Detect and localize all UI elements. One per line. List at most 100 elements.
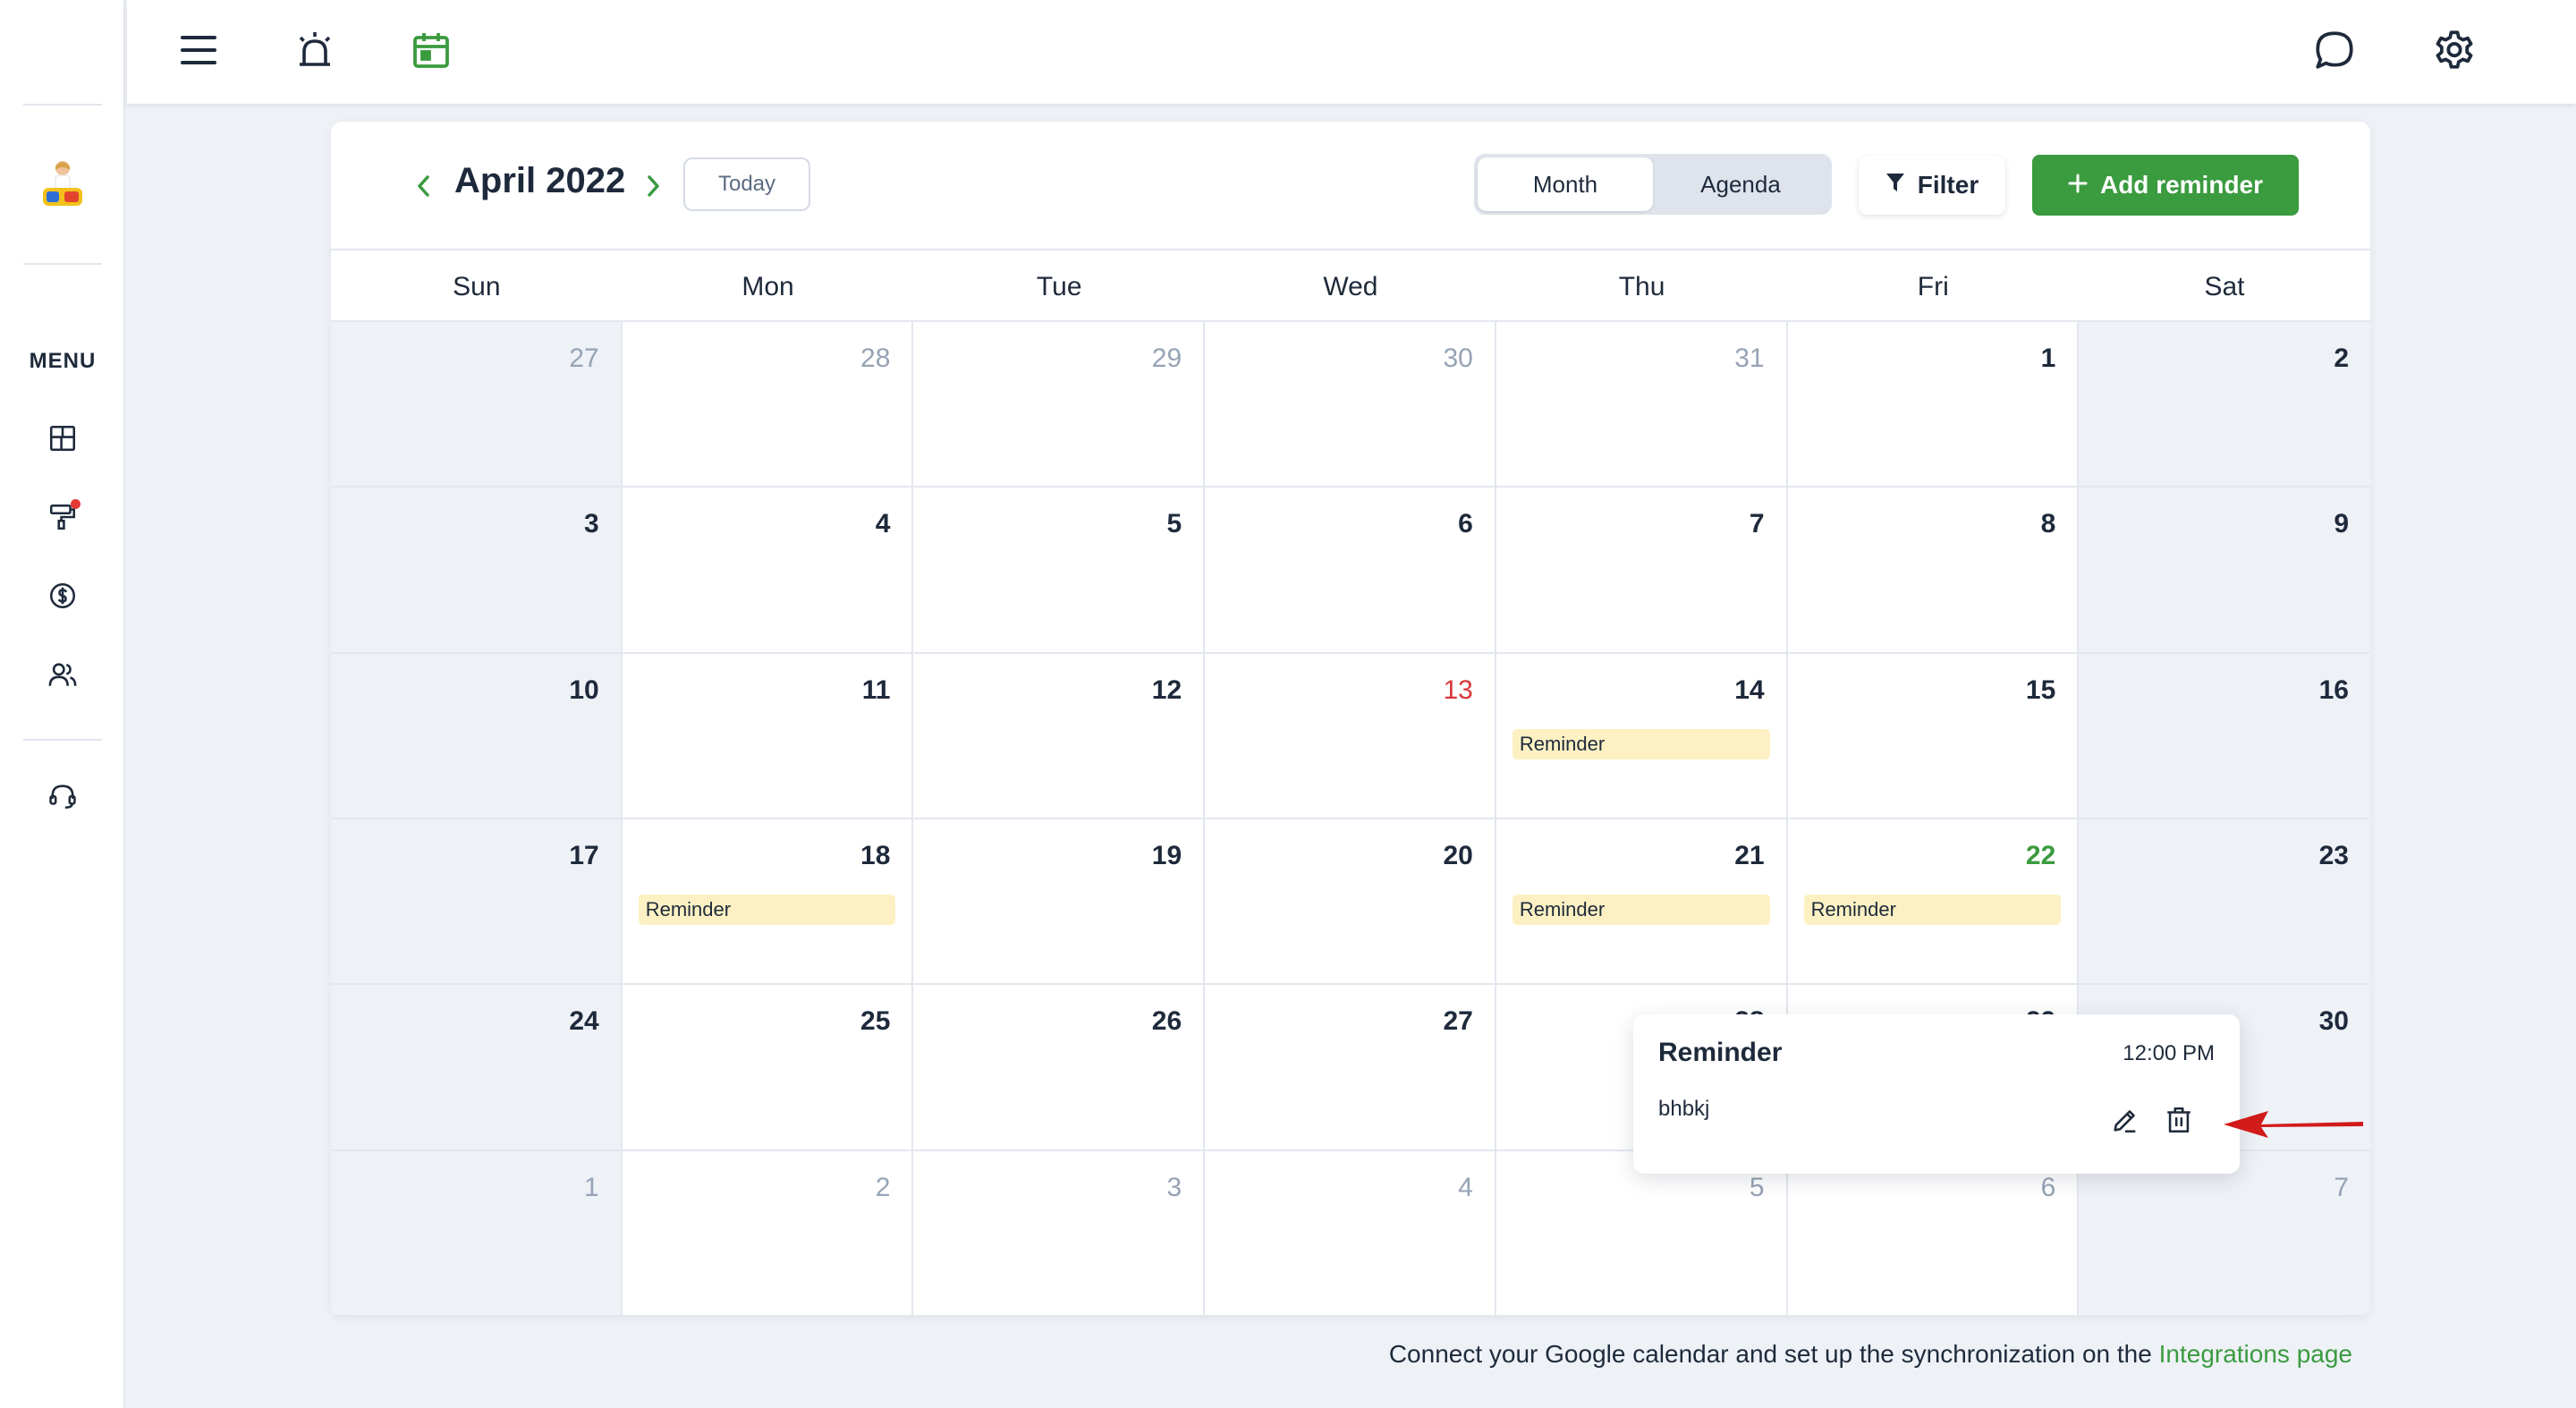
sidebar: MENU	[0, 0, 125, 1408]
dollar-icon[interactable]	[43, 576, 82, 615]
day-cell[interactable]: 14 Reminder	[1496, 653, 1788, 819]
next-month-button[interactable]	[635, 166, 671, 206]
day-number: 20	[1443, 840, 1473, 870]
day-cell[interactable]: 30	[1205, 322, 1496, 488]
day-cell[interactable]: 26	[913, 985, 1206, 1151]
day-cell[interactable]: 18 Reminder	[622, 819, 914, 986]
add-reminder-button[interactable]: Add reminder	[2032, 155, 2299, 216]
today-button[interactable]: Today	[683, 157, 810, 211]
reminder-popup: Reminder 12:00 PM bhbkj	[1633, 1014, 2240, 1174]
paint-roller-icon[interactable]	[43, 497, 82, 537]
day-cell[interactable]: 28	[622, 322, 914, 488]
reminder-event[interactable]: Reminder	[1512, 728, 1770, 759]
agenda-view-tab[interactable]: Agenda	[1653, 157, 1828, 211]
day-cell[interactable]: 4	[1205, 1150, 1496, 1317]
day-cell[interactable]: 7	[2079, 1150, 2370, 1317]
day-cell[interactable]: 2	[2079, 322, 2370, 488]
calendar-icon[interactable]	[406, 25, 456, 75]
avatar[interactable]	[38, 157, 88, 215]
day-number: 22	[2025, 840, 2056, 870]
day-cell[interactable]: 19	[913, 819, 1206, 986]
day-cell[interactable]: 29	[913, 322, 1206, 488]
day-number: 24	[569, 1006, 599, 1037]
day-number: 10	[569, 674, 599, 705]
weekday-header: Sun Mon Tue Wed Thu Fri Sat	[331, 252, 2370, 322]
view-switcher: Month Agenda	[1474, 154, 1832, 215]
alarm-icon[interactable]	[290, 25, 340, 75]
day-cell[interactable]: 10	[331, 653, 623, 819]
gear-icon[interactable]	[2429, 25, 2479, 75]
day-cell[interactable]: 7	[1496, 488, 1788, 654]
notification-badge	[71, 499, 80, 509]
day-cell[interactable]: 6	[1205, 488, 1496, 654]
day-number: 27	[569, 344, 599, 373]
day-cell[interactable]: 20	[1205, 819, 1496, 986]
day-number: 14	[1734, 674, 1765, 705]
day-number: 1	[584, 1172, 599, 1202]
weekday-label: Wed	[1323, 272, 1378, 301]
day-cell[interactable]: 5	[1496, 1150, 1788, 1317]
users-icon[interactable]	[43, 655, 82, 694]
day-cell[interactable]: 12	[913, 653, 1206, 819]
headset-icon[interactable]	[43, 776, 82, 816]
day-number: 5	[1166, 509, 1182, 539]
popup-title: Reminder	[1658, 1038, 1783, 1067]
prev-month-button[interactable]	[406, 166, 442, 206]
day-cell[interactable]: 3	[913, 1150, 1206, 1317]
day-number: 1	[2040, 344, 2056, 373]
popup-description: bhbkj	[1658, 1097, 1710, 1121]
reminder-event[interactable]: Reminder	[1803, 894, 2062, 925]
day-cell[interactable]: 16	[2079, 653, 2370, 819]
day-number: 27	[1443, 1006, 1473, 1037]
day-cell[interactable]: 17	[331, 819, 623, 986]
day-cell[interactable]: 24	[331, 985, 623, 1151]
day-number: 12	[1151, 674, 1182, 705]
day-cell[interactable]: 2	[622, 1150, 914, 1317]
day-cell[interactable]: 31	[1496, 322, 1788, 488]
day-cell[interactable]: 4	[622, 488, 914, 654]
day-cell[interactable]: 1	[1787, 322, 2080, 488]
day-cell[interactable]: 11	[622, 653, 914, 819]
weekday-label: Fri	[1917, 272, 1949, 301]
day-cell[interactable]: 27	[331, 322, 623, 488]
day-cell[interactable]: 1	[331, 1150, 623, 1317]
day-cell[interactable]: 3	[331, 488, 623, 654]
day-cell[interactable]: 13	[1205, 653, 1496, 819]
day-cell[interactable]: 21 Reminder	[1496, 819, 1788, 986]
day-number: 26	[1151, 1006, 1182, 1037]
weekday-label: Tue	[1036, 272, 1082, 301]
day-number: 7	[1749, 509, 1765, 539]
filter-label: Filter	[1917, 171, 1979, 199]
day-cell[interactable]: 6	[1787, 1150, 2080, 1317]
day-cell[interactable]: 8	[1787, 488, 2080, 654]
month-view-tab[interactable]: Month	[1478, 157, 1653, 211]
day-cell[interactable]: 15	[1787, 653, 2080, 819]
day-number: 25	[860, 1006, 891, 1037]
day-number: 23	[2318, 840, 2349, 870]
trash-icon[interactable]	[2159, 1100, 2199, 1140]
day-number: 2	[2334, 344, 2349, 373]
reminder-event[interactable]: Reminder	[1512, 894, 1770, 925]
day-number: 16	[2318, 674, 2349, 705]
day-number: 15	[2025, 674, 2056, 705]
day-cell[interactable]: 23	[2079, 819, 2370, 986]
popup-caret	[1912, 991, 1962, 1016]
dashboard-icon[interactable]	[43, 419, 82, 458]
day-cell[interactable]: 27	[1205, 985, 1496, 1151]
chat-icon[interactable]	[2309, 25, 2360, 75]
annotation-arrow	[2222, 1102, 2365, 1149]
day-cell[interactable]: 22 Reminder	[1787, 819, 2080, 986]
filter-icon	[1885, 171, 1905, 199]
reminder-event[interactable]: Reminder	[638, 894, 896, 925]
day-cell[interactable]: 5	[913, 488, 1206, 654]
filter-button[interactable]: Filter	[1859, 156, 2005, 215]
day-cell[interactable]: 25	[622, 985, 914, 1151]
integrations-link[interactable]: Integrations page	[2159, 1340, 2352, 1368]
day-number: 6	[2040, 1172, 2056, 1202]
sidebar-divider	[23, 263, 102, 265]
edit-icon[interactable]	[2106, 1100, 2145, 1140]
day-cell[interactable]: 9	[2079, 488, 2370, 654]
menu-icon[interactable]	[174, 25, 224, 75]
popup-time: 12:00 PM	[2123, 1041, 2215, 1065]
day-number: 4	[1458, 1172, 1473, 1202]
